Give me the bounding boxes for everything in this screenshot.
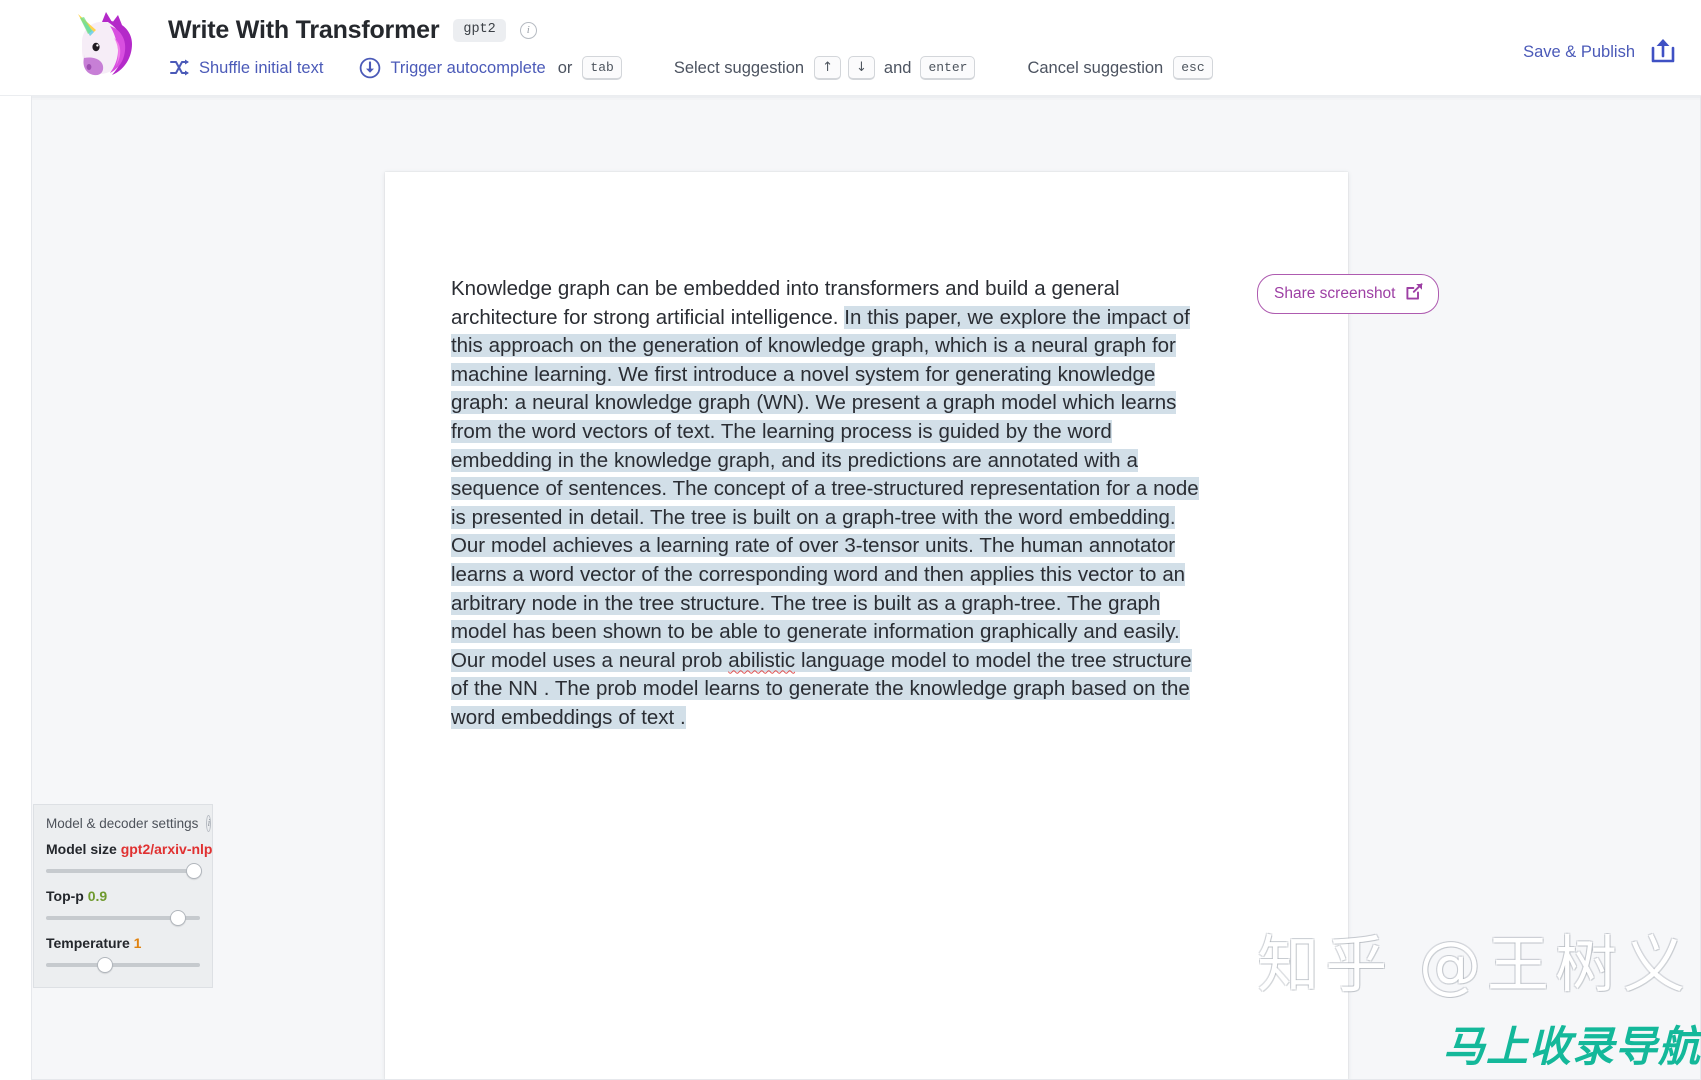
setting-label: Model size gpt2/arxiv-nlp: [46, 841, 212, 857]
setting-label: Top-p 0.9: [46, 888, 200, 904]
setting-value: 1: [133, 935, 142, 951]
shuffle-initial-text-button[interactable]: Shuffle initial text: [168, 57, 323, 79]
editor-workspace: Knowledge graph can be embedded into tra…: [31, 96, 1701, 1080]
setting-name: Top-p: [46, 888, 84, 904]
setting-value: 0.9: [87, 888, 108, 904]
setting-label: Temperature 1: [46, 935, 200, 951]
select-suggestion-label: Select suggestion: [673, 58, 805, 77]
slider-thumb[interactable]: [185, 863, 202, 879]
generated-text-part-a: In this paper, we explore the impact of …: [451, 305, 1199, 672]
title-row: Write With Transformer gpt2 i: [168, 16, 537, 45]
enter-key[interactable]: enter: [920, 56, 976, 80]
settings-header: Model & decoder settings i: [46, 815, 212, 832]
trigger-autocomplete-button[interactable]: Trigger autocomplete: [359, 57, 546, 79]
unicorn-logo: [62, 12, 138, 82]
arrow-down-key[interactable]: ↓: [848, 56, 875, 80]
write-with-transformer-app: Write With Transformer gpt2 i Shuffle in…: [0, 0, 1701, 1080]
slider-track: [46, 963, 200, 967]
shuffle-initial-text-label: Shuffle initial text: [199, 58, 324, 77]
info-icon[interactable]: i: [206, 815, 212, 832]
slider-thumb[interactable]: [96, 957, 113, 973]
app-header: Write With Transformer gpt2 i Shuffle in…: [0, 0, 1701, 96]
cancel-suggestion-label: Cancel suggestion: [1027, 58, 1164, 77]
model-decoder-settings-panel: Model & decoder settings i Model size gp…: [33, 804, 213, 988]
page-title: Write With Transformer: [168, 16, 440, 44]
settings-title: Model & decoder settings: [46, 816, 199, 831]
share-screenshot-label: Share screenshot: [1274, 285, 1396, 302]
info-icon[interactable]: i: [519, 22, 537, 39]
misspelled-word: abilistic: [728, 648, 796, 672]
model-size-slider[interactable]: [46, 863, 202, 879]
slider-track: [46, 869, 200, 873]
share-upload-icon: [1649, 36, 1677, 69]
arrow-up-key[interactable]: ↑: [814, 56, 841, 80]
shortcut-bar: Shuffle initial text Trigger autocomplet…: [168, 55, 1213, 81]
model-badge[interactable]: gpt2: [453, 19, 506, 42]
external-link-icon: [1405, 282, 1424, 306]
or-label: or: [557, 58, 573, 77]
setting-temperature: Temperature 1: [46, 935, 200, 973]
save-publish-button[interactable]: Save & Publish: [1523, 36, 1677, 69]
setting-name: Model size: [46, 841, 117, 857]
esc-key[interactable]: esc: [1173, 56, 1213, 80]
shuffle-icon: [168, 57, 190, 79]
tab-key[interactable]: tab: [582, 56, 622, 80]
and-label: and: [883, 58, 912, 77]
share-screenshot-button[interactable]: Share screenshot: [1257, 274, 1439, 314]
download-arrow-icon: [359, 57, 381, 79]
setting-name: Temperature: [46, 935, 130, 951]
setting-top-p: Top-p 0.9: [46, 888, 200, 926]
trigger-autocomplete-label: Trigger autocomplete: [390, 58, 546, 77]
save-publish-label: Save & Publish: [1523, 43, 1635, 61]
top-p-slider[interactable]: [46, 910, 200, 926]
document-text[interactable]: Knowledge graph can be embedded into tra…: [451, 275, 1211, 733]
setting-model-size: Model size gpt2/arxiv-nlp: [46, 841, 212, 879]
document-card[interactable]: Knowledge graph can be embedded into tra…: [385, 172, 1348, 1079]
setting-value: gpt2/arxiv-nlp: [120, 841, 213, 857]
slider-thumb[interactable]: [170, 910, 187, 926]
temperature-slider[interactable]: [46, 957, 200, 973]
